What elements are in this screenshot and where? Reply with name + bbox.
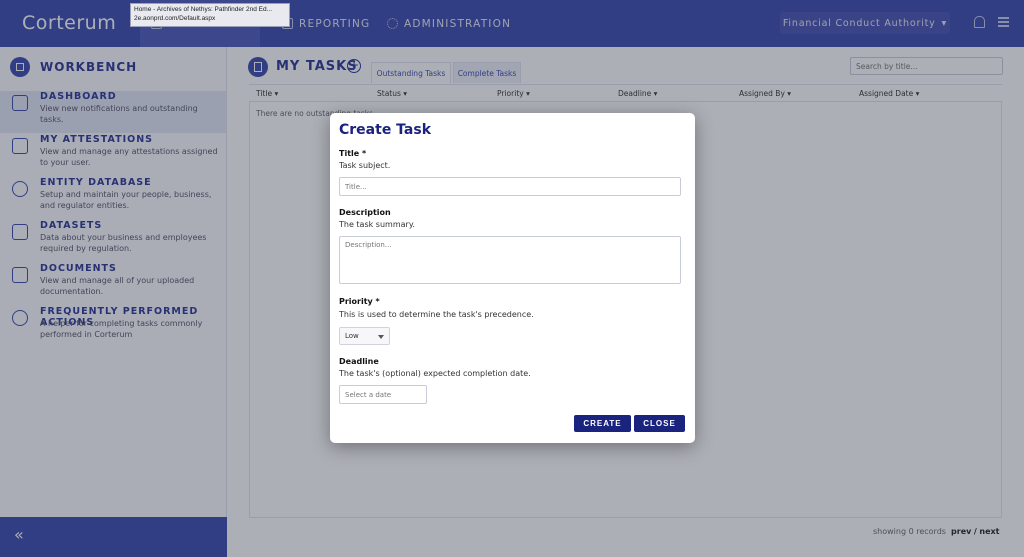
tooltip-title: Home - Archives of Nethys: Pathfinder 2n… — [134, 6, 273, 13]
deadline-date-input[interactable] — [339, 385, 427, 404]
priority-select-value: Low — [345, 332, 359, 340]
description-label: Description — [339, 208, 391, 217]
dialog-title: Create Task — [339, 122, 432, 138]
deadline-label: Deadline — [339, 357, 379, 366]
priority-help: This is used to determine the task's pre… — [339, 310, 534, 319]
deadline-help: The task's (optional) expected completio… — [339, 369, 531, 378]
create-button[interactable]: CREATE — [574, 415, 631, 432]
create-task-dialog: Create Task Title * Task subject. Descri… — [330, 113, 695, 443]
title-label: Title * — [339, 149, 367, 158]
tooltip-url: 2e.aonprd.com/Default.aspx — [134, 14, 216, 22]
description-textarea[interactable] — [339, 236, 681, 284]
close-button[interactable]: CLOSE — [634, 415, 685, 432]
browser-tooltip: Home - Archives of Nethys: Pathfinder 2n… — [130, 3, 290, 27]
chevron-down-icon — [378, 335, 384, 339]
description-help: The task summary. — [339, 220, 415, 229]
priority-select[interactable]: Low — [339, 327, 390, 345]
title-help: Task subject. — [339, 161, 391, 170]
priority-label: Priority * — [339, 297, 380, 306]
title-input[interactable] — [339, 177, 681, 196]
